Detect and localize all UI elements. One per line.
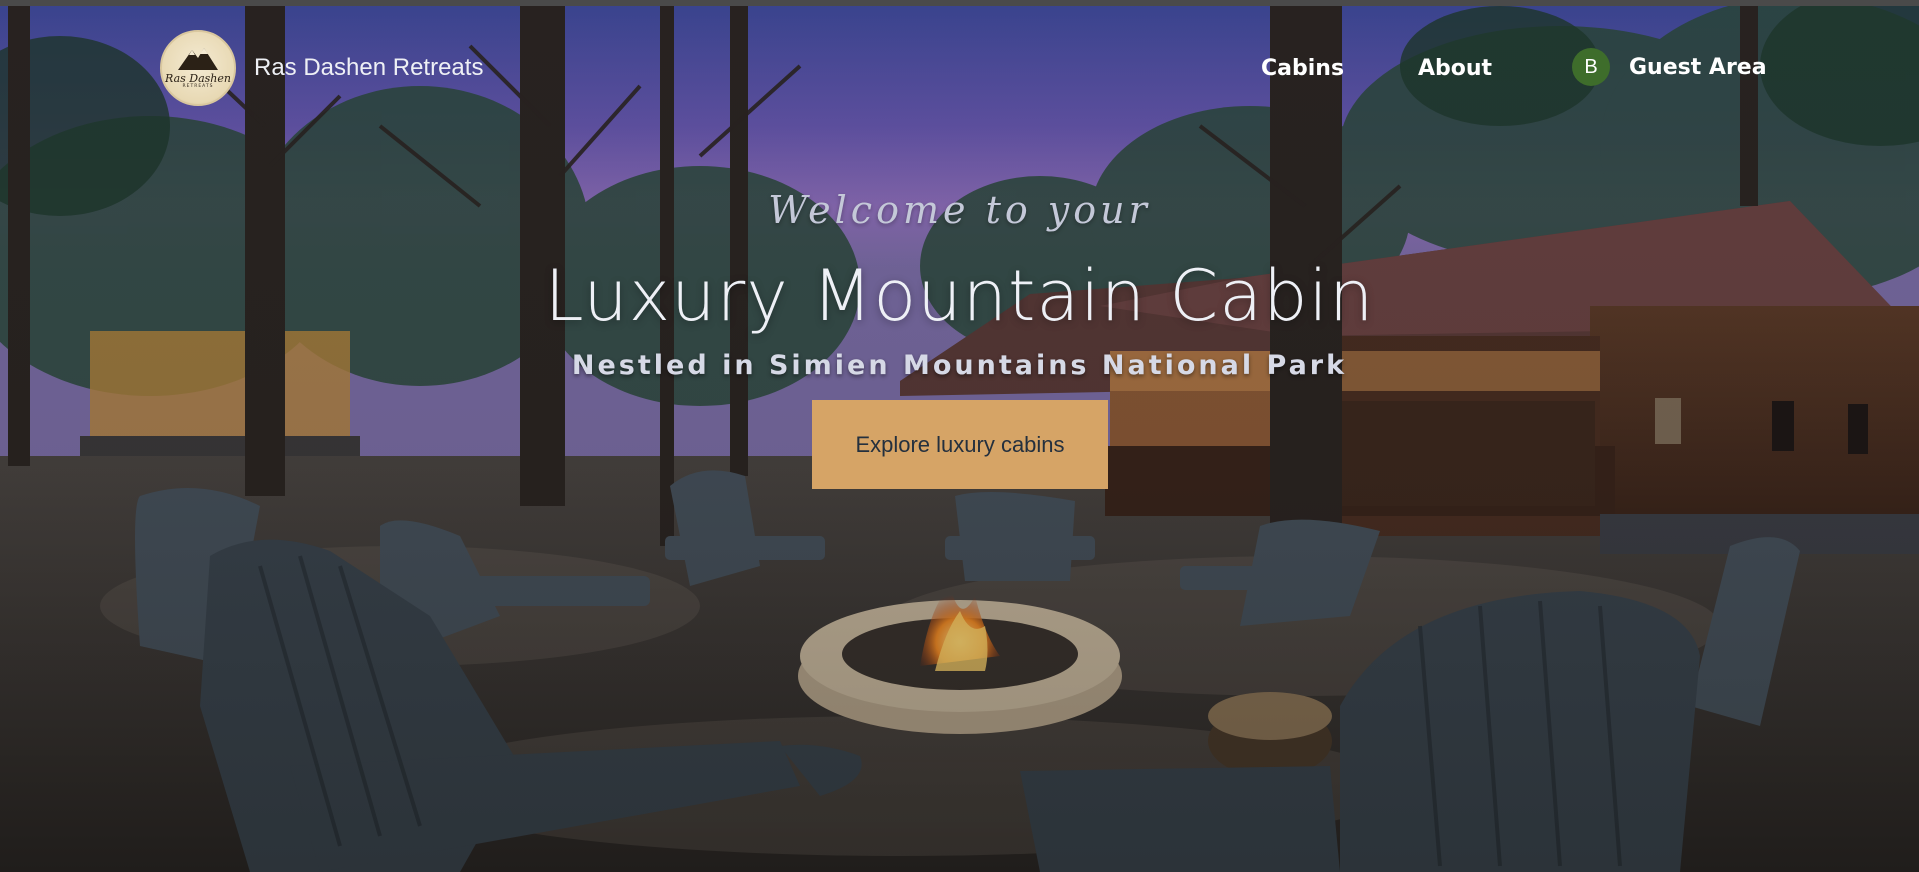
hero-title: Luxury Mountain Cabin (544, 255, 1375, 337)
brand-logo[interactable]: Ras Dashen RETREATS (160, 30, 236, 106)
site-header: Ras Dashen RETREATS Ras Dashen Retreats … (0, 6, 1919, 134)
brand-name[interactable]: Ras Dashen Retreats (254, 54, 483, 82)
hero-subtitle: Nestled in Simien Mountains National Par… (571, 350, 1348, 381)
mountain-logo-icon (178, 47, 218, 70)
nav-link-about[interactable]: About (1418, 56, 1492, 81)
nav-link-cabins[interactable]: Cabins (1261, 56, 1344, 81)
logo-text: Ras Dashen (165, 71, 231, 85)
guest-area-link[interactable]: B Guest Area (1572, 48, 1767, 86)
brand[interactable]: Ras Dashen RETREATS Ras Dashen Retreats (160, 30, 483, 106)
explore-cabins-button[interactable]: Explore luxury cabins (812, 400, 1108, 489)
guest-area-label[interactable]: Guest Area (1629, 55, 1767, 80)
avatar[interactable]: B (1572, 48, 1610, 86)
logo-subtext: RETREATS (182, 83, 214, 89)
hero-welcome-text: Welcome to your (768, 188, 1151, 232)
